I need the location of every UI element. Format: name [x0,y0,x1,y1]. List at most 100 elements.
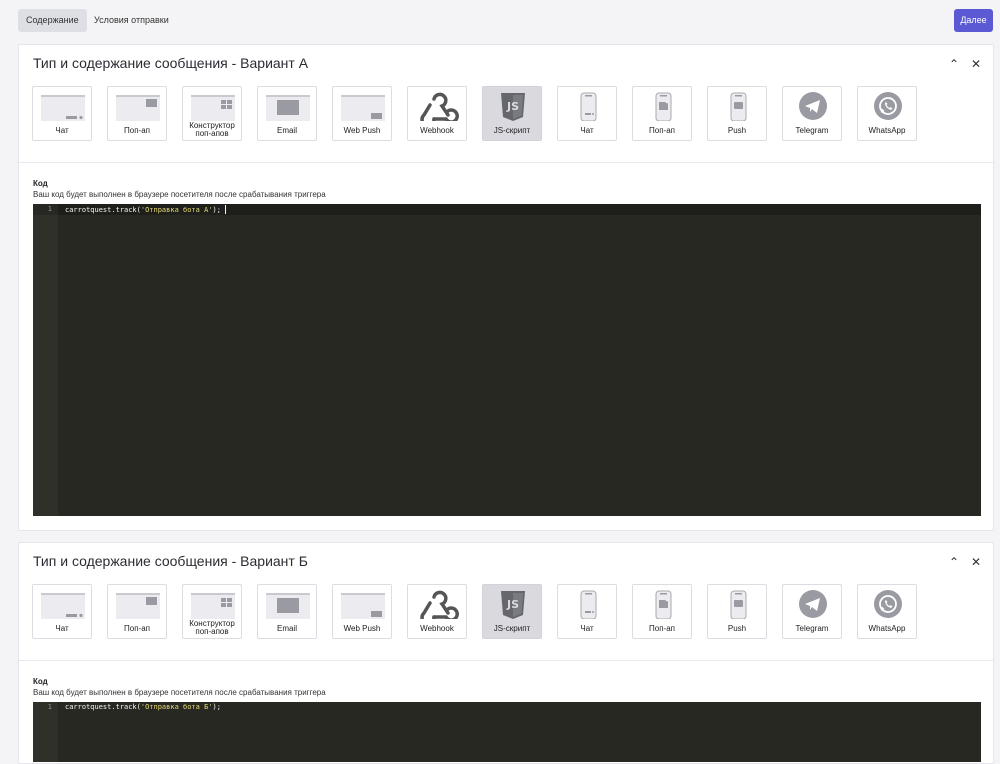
webhook-icon [408,585,468,626]
tile-label: Webhook [420,624,454,633]
email-icon [258,585,318,619]
message-type-tiles: Чат Поп-ап Конструктор поп-апов Email Web Pu… [32,86,932,144]
message-type-tile[interactable]: Email [257,86,317,141]
tile-label: JS-скрипт [493,126,531,135]
line-number: 1 [47,205,52,213]
panel-title: Тип и содержание сообщения - Вариант Б [33,553,308,569]
message-type-tile[interactable]: Telegram [782,86,842,141]
mobile-chat-icon [558,87,618,122]
collapse-icon[interactable]: ⌃ [947,57,961,71]
collapse-icon[interactable]: ⌃ [947,555,961,569]
message-type-tile[interactable]: Поп-ап [107,86,167,141]
tile-label: Push [727,624,747,633]
whatsapp-icon [858,585,918,619]
code-end: ); [212,206,221,214]
message-type-tile[interactable]: Конструктор поп-апов [182,584,242,639]
web-push-icon [333,585,393,619]
tile-label: Конструктор поп-апов [189,619,235,636]
variant-b-panel: Тип и содержание сообщения - Вариант Б ⌃… [18,542,994,764]
tile-label: Email [276,624,297,633]
message-type-tile[interactable]: Поп-ап [107,584,167,639]
message-type-tile[interactable]: Чат [32,584,92,639]
code-string: 'Отправка бота Б' [140,703,213,711]
code-description: Ваш код будет выполнен в браузере посети… [33,688,326,697]
code-editor[interactable]: 1 carrotquest.track('Отправка бота Б'); [33,702,981,762]
variant-a-panel: Тип и содержание сообщения - Вариант А ⌃… [18,44,994,531]
message-type-tile[interactable]: Чат [557,86,617,141]
message-type-tile[interactable]: Web Push [332,86,392,141]
message-type-tile[interactable]: WhatsApp [857,584,917,639]
popup-builder-icon [183,87,243,121]
whatsapp-icon [858,87,918,121]
tile-label: Поп-ап [649,624,675,633]
tile-label: Поп-ап [124,624,150,633]
divider [19,660,993,661]
message-type-tile[interactable]: JS JS-скрипт [482,584,542,639]
mobile-push-icon [708,87,768,122]
message-type-tile[interactable]: Webhook [407,584,467,639]
code-label: Код [33,677,48,686]
message-type-tile[interactable]: Email [257,584,317,639]
code-call: carrotquest.track( [65,703,141,711]
next-button[interactable]: Далее [954,9,993,32]
js-icon: JS [483,585,543,619]
code-end: ); [212,703,221,711]
tile-label: WhatsApp [868,624,906,633]
code-label: Код [33,179,48,188]
code-line[interactable]: carrotquest.track('Отправка бота Б'); [65,703,221,711]
mobile-push-icon [708,585,768,620]
editor-gutter [33,702,58,762]
code-call: carrotquest.track( [65,206,141,214]
message-type-tile[interactable]: Конструктор поп-апов [182,86,242,141]
tab-content[interactable]: Содержание [18,9,87,32]
tile-label: Email [276,126,297,135]
message-type-tile[interactable]: Web Push [332,584,392,639]
tile-label: Web Push [343,126,381,135]
web-chat-icon [33,585,93,619]
tile-label: Поп-ап [124,126,150,135]
message-type-tile[interactable]: Telegram [782,584,842,639]
web-push-icon [333,87,393,121]
message-type-tile[interactable]: Push [707,584,767,639]
tile-label: Чат [580,624,594,633]
tile-label: Чат [580,126,594,135]
svg-text:JS: JS [506,100,519,113]
mobile-chat-icon [558,585,618,620]
code-line[interactable]: carrotquest.track('Отправка бота А'); [65,205,226,214]
tile-label: JS-скрипт [493,624,531,633]
tile-label: Поп-ап [649,126,675,135]
webhook-icon [408,87,468,128]
message-type-tile[interactable]: Push [707,86,767,141]
js-icon: JS [483,87,543,121]
email-icon [258,87,318,121]
close-icon[interactable]: ✕ [969,57,983,71]
message-type-tile[interactable]: Чат [557,584,617,639]
message-type-tile[interactable]: JS JS-скрипт [482,86,542,141]
message-type-tile[interactable]: Webhook [407,86,467,141]
message-type-tile[interactable]: Поп-ап [632,86,692,141]
close-icon[interactable]: ✕ [969,555,983,569]
tile-label: Чат [55,126,69,135]
popup-builder-icon [183,585,243,619]
telegram-icon [783,87,843,121]
tile-label: Telegram [795,624,829,633]
web-chat-icon [33,87,93,121]
telegram-icon [783,585,843,619]
text-cursor [224,205,226,214]
tab-send-conditions[interactable]: Условия отправки [86,9,177,32]
line-number: 1 [47,703,52,711]
message-type-tile[interactable]: Чат [32,86,92,141]
editor-gutter [33,204,58,516]
tile-label: Чат [55,624,69,633]
tile-label: Конструктор поп-апов [189,121,235,138]
tile-label: WhatsApp [868,126,906,135]
message-type-tile[interactable]: WhatsApp [857,86,917,141]
top-bar: Содержание Условия отправки Далее [0,0,1000,44]
tile-label: Telegram [795,126,829,135]
mobile-popup-icon [633,87,693,122]
tile-label: Push [727,126,747,135]
svg-text:JS: JS [506,598,519,611]
code-editor[interactable]: 1 carrotquest.track('Отправка бота А'); [33,204,981,516]
message-type-tile[interactable]: Поп-ап [632,584,692,639]
tile-label: Webhook [420,126,454,135]
